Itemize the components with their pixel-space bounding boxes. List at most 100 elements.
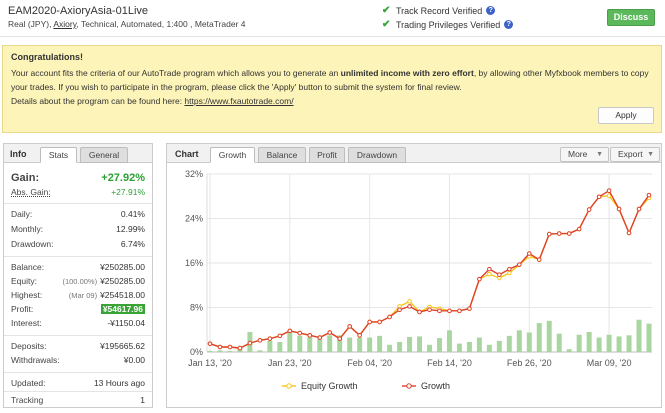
volume-bar [217, 350, 223, 352]
volume-bar [257, 350, 263, 352]
volume-bar [307, 336, 313, 352]
volume-bar [287, 331, 293, 352]
stat-value: ¥250285.00 [100, 276, 145, 286]
series-point [467, 306, 472, 311]
series-point [497, 272, 502, 277]
series-point [646, 192, 652, 198]
series-point [626, 230, 632, 236]
stat-interest: Interest: -¥1150.04 [11, 318, 145, 331]
stat-value: 1 [140, 395, 145, 405]
tab-general[interactable]: General [80, 147, 128, 163]
series-point [487, 266, 492, 272]
series-point [427, 307, 432, 313]
series-point [247, 340, 253, 346]
check-icon: ✔ [382, 5, 391, 16]
series-point [317, 335, 323, 340]
x-tick-label: Feb 26, '20 [507, 358, 552, 368]
stat-label: Interest: [11, 318, 42, 328]
series-point [277, 333, 283, 339]
more-dropdown[interactable]: More ▼ [560, 147, 609, 162]
stat-label: Balance: [11, 262, 45, 272]
volume-bar [586, 331, 592, 352]
y-tick-label: 24% [185, 214, 203, 224]
series-line [209, 189, 650, 349]
autotrade-banner: Congratulations! Your account fits the c… [2, 45, 662, 133]
series-point [287, 328, 293, 334]
help-icon[interactable]: ? [486, 6, 496, 15]
stat-updated: Updated: 13 Hours ago [11, 378, 145, 391]
series-point [447, 308, 452, 314]
series-point [457, 308, 462, 314]
stat-gain: Gain: +27.92% [11, 172, 145, 185]
volume-bar [436, 338, 442, 352]
fxautotrade-link[interactable]: https://www.fxautotrade.com/ [184, 96, 293, 106]
info-tabbar: Info Stats General [4, 144, 152, 163]
series-point [407, 299, 412, 304]
series-point [377, 319, 382, 325]
stat-label: Deposits: [11, 341, 47, 351]
banner-details-text: Details about the program can be found h… [11, 96, 185, 106]
apply-button[interactable]: Apply [598, 107, 654, 124]
divider [4, 335, 152, 336]
series-point [507, 270, 512, 276]
stat-deposits: Deposits: ¥195665.62 [11, 341, 145, 354]
tab-profit[interactable]: Profit [309, 147, 345, 163]
volume-bar [347, 337, 353, 352]
help-icon[interactable]: ? [504, 20, 514, 29]
legend-label: Equity Growth [301, 381, 358, 391]
series-point [516, 262, 522, 267]
volume-bar [267, 340, 273, 352]
divider [4, 391, 152, 392]
stat-value: ¥54617.96 [100, 304, 145, 314]
track-record-label: Track Record Verified [396, 5, 483, 16]
series-point [556, 231, 562, 236]
track-record-verified: ✔ Track Record Verified ? [382, 5, 496, 16]
series-point [636, 206, 642, 212]
export-dropdown[interactable]: Export ▼ [610, 147, 660, 162]
divider [4, 203, 152, 204]
series-point [417, 309, 422, 315]
tab-stats[interactable]: Stats [40, 147, 77, 163]
series-point [217, 344, 223, 350]
volume-bar [427, 344, 432, 352]
stat-note: (100.00%) [62, 277, 98, 286]
discuss-button[interactable]: Discuss [607, 9, 655, 26]
tab-growth[interactable]: Growth [210, 147, 255, 163]
check-icon: ✔ [382, 19, 391, 30]
volume-bar [646, 323, 652, 352]
x-tick-label: Feb 14, '20 [427, 358, 472, 368]
tab-balance[interactable]: Balance [258, 147, 306, 163]
stat-drawdown: Drawdown: 6.74% [11, 239, 145, 252]
chevron-down-icon: ▼ [647, 151, 654, 158]
series-point [606, 188, 612, 193]
volume-bar [407, 336, 413, 352]
volume-bar [506, 335, 512, 352]
volume-bar [387, 344, 393, 352]
legend-label: Growth [421, 381, 450, 391]
series-point [387, 314, 392, 320]
chart-title: Chart [175, 149, 199, 159]
volume-bar [606, 334, 612, 352]
series-point [566, 231, 572, 236]
stat-abs-gain: Abs. Gain: +27.91% [11, 187, 145, 200]
x-tick-label: Feb 04, '20 [347, 358, 392, 368]
volume-bar [297, 335, 303, 352]
tab-drawdown[interactable]: Drawdown [348, 147, 406, 163]
series-point [237, 345, 243, 351]
banner-highlight: unlimited income with zero effort [340, 68, 474, 78]
broker-link[interactable]: Axiory [53, 19, 76, 29]
volume-bar [616, 336, 622, 352]
series-point [207, 341, 213, 346]
series-point [267, 336, 273, 341]
series-point [616, 206, 622, 212]
stat-balance: Balance: ¥250285.00 [11, 262, 145, 275]
series-point [586, 207, 592, 212]
divider [4, 372, 152, 373]
volume-bar [546, 320, 552, 352]
series-point [596, 194, 602, 200]
stat-value: ¥195665.62 [100, 341, 145, 351]
volume-bar [636, 319, 642, 352]
stat-label[interactable]: Abs. Gain: [11, 187, 51, 197]
trading-privileges-verified: ✔ Trading Privileges Verified ? [382, 19, 514, 30]
account-title: EAM2020-AxioryAsia-01Live [8, 5, 149, 17]
